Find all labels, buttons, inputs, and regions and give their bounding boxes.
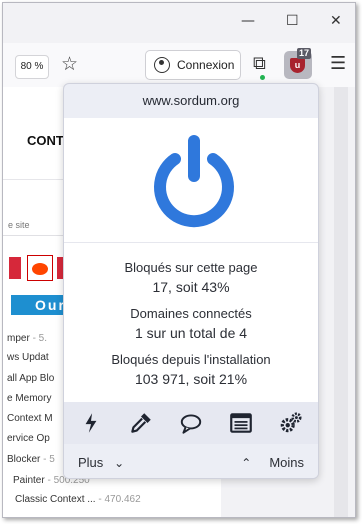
page-scrollbar[interactable]: [334, 87, 348, 517]
popup-hostname: www.sordum.org: [142, 93, 240, 108]
power-switch-icon[interactable]: [144, 132, 244, 232]
divider: [64, 242, 318, 243]
settings-gears-icon[interactable]: [278, 410, 304, 436]
less-button[interactable]: ⌃ Moins: [241, 455, 304, 470]
extension-status-dot: [260, 75, 265, 80]
ublock-shield-icon: u: [290, 58, 305, 73]
eyedropper-icon[interactable]: [128, 410, 154, 436]
sign-in-label: Connexion: [177, 58, 235, 72]
popup-footer: Plus ⌄ ⌃ Moins: [64, 444, 318, 478]
reddit-icon[interactable]: [27, 255, 53, 281]
list-item[interactable]: ervice Op: [7, 433, 50, 444]
ublock-popup-panel: www.sordum.org Bloqués sur cette page 17…: [63, 83, 319, 479]
list-item-title: Context M: [7, 413, 53, 424]
list-item-title: Blocker: [7, 454, 41, 465]
logger-list-icon[interactable]: [228, 410, 254, 436]
blocked-on-page-value: 17, soit 43%: [152, 279, 230, 295]
domains-connected-label: Domaines connectés: [130, 306, 252, 321]
list-item[interactable]: Context M: [7, 413, 53, 424]
list-item-meta: - 5.: [29, 333, 48, 344]
list-item[interactable]: mper - 5.: [7, 333, 47, 344]
more-button[interactable]: Plus ⌄: [78, 455, 124, 470]
browser-window: — ☐ ✕ 80 % ☆ Connexion ⧉ u 17 ☰ CONT e s…: [2, 2, 356, 518]
blocked-on-page-label: Bloqués sur cette page: [124, 260, 258, 275]
popup-main: Bloqués sur cette page 17, soit 43% Doma…: [64, 118, 318, 402]
title-bar: — ☐ ✕: [3, 3, 355, 43]
social-icon[interactable]: [9, 257, 21, 279]
list-item-meta: - 5: [40, 454, 55, 465]
list-item-title: ws Updat: [7, 352, 49, 363]
list-item[interactable]: all App Blo: [7, 373, 54, 384]
list-item[interactable]: ws Updat: [7, 352, 49, 363]
browser-toolbar: 80 % ☆ Connexion ⧉ u 17 ☰: [3, 43, 355, 88]
webpage-heading: CONT: [27, 133, 64, 148]
domains-connected-value: 1 sur un total de 4: [134, 325, 248, 341]
search-hint: e site: [8, 220, 30, 230]
more-label: Plus: [78, 455, 104, 470]
list-item-title: ervice Op: [7, 433, 50, 444]
sign-in-button[interactable]: Connexion: [145, 50, 241, 80]
minimize-button[interactable]: —: [241, 13, 255, 29]
popup-toolbar: [64, 402, 318, 444]
blocked-since-install-label: Bloqués depuis l'installation: [111, 352, 271, 367]
less-label: Moins: [269, 455, 304, 470]
zoom-level-indicator[interactable]: 80 %: [15, 55, 49, 79]
chevron-up-icon: ⌃: [241, 456, 252, 470]
maximize-button[interactable]: ☐: [286, 13, 299, 29]
list-item[interactable]: Blocker - 5: [7, 454, 55, 465]
account-icon: [154, 57, 170, 73]
hamburger-menu-icon[interactable]: ☰: [330, 53, 346, 74]
star-icon[interactable]: ☆: [61, 53, 78, 75]
list-item-title: all App Blo: [7, 373, 55, 384]
close-window-button[interactable]: ✕: [330, 13, 342, 29]
list-item-meta: - 470.462: [95, 494, 141, 505]
list-item-title: mper: [7, 333, 30, 344]
blocked-count-badge: 17: [297, 48, 312, 59]
chat-bubble-icon[interactable]: [178, 410, 204, 436]
blocked-since-install-value: 103 971, soit 21%: [134, 371, 248, 387]
list-item[interactable]: Classic Context ... - 470.462: [15, 494, 141, 505]
ublock-extension-button[interactable]: u 17: [284, 48, 312, 79]
list-item-title: Classic Context ...: [15, 494, 96, 505]
list-item-title: e Memory: [7, 393, 52, 404]
list-item[interactable]: e Memory: [7, 393, 51, 404]
chevron-down-icon: ⌄: [114, 456, 125, 470]
list-item-title: Painter: [13, 475, 45, 486]
puzzle-icon[interactable]: ⧉: [253, 53, 266, 74]
lightning-icon[interactable]: [78, 410, 104, 436]
